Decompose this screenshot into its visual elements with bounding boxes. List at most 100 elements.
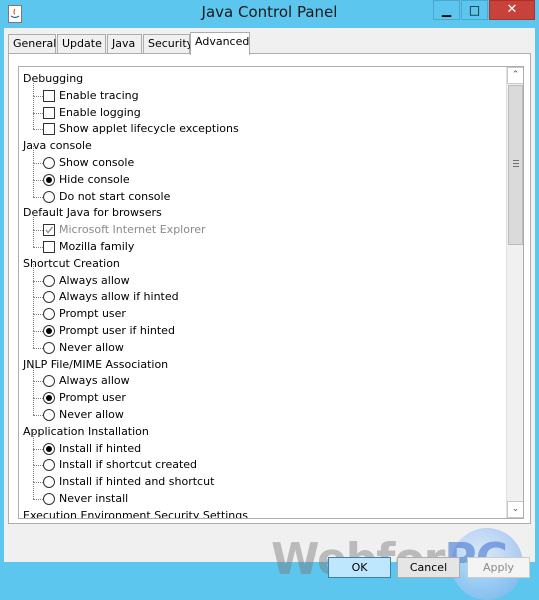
tree-guide-line: [33, 314, 34, 331]
radio-icon[interactable]: [43, 274, 55, 287]
chevron-up-icon: ⌃: [511, 70, 520, 80]
checkbox-icon[interactable]: [43, 106, 55, 119]
tree-guide-line: [33, 78, 34, 96]
option-label: Never allow: [59, 340, 124, 354]
option-label: Install if hinted and shortcut: [59, 475, 215, 489]
option-label: Show console: [59, 156, 135, 169]
option-label: Prompt user: [59, 307, 126, 321]
radio-icon[interactable]: [43, 493, 55, 505]
checkbox-icon[interactable]: [43, 123, 55, 136]
minimize-icon: ▁: [441, 3, 452, 17]
tree-guide-line: [33, 398, 43, 400]
tree-guide-line: [33, 297, 43, 299]
tree-guide-line: [33, 415, 43, 416]
tree-guide-line: [33, 398, 34, 415]
radio-selected-icon[interactable]: [43, 442, 55, 455]
radio-icon[interactable]: [43, 291, 55, 304]
radio-selected-icon[interactable]: [43, 173, 55, 186]
radio-icon[interactable]: [43, 459, 55, 472]
maximize-icon: □: [468, 3, 481, 17]
tree-guide-line: [33, 448, 34, 466]
tree-guide-line: [33, 330, 34, 348]
tree-guide-line: [33, 381, 34, 399]
tree-guide-line: [33, 163, 43, 164]
option-label: Microsoft Internet Explorer: [59, 223, 206, 237]
grip-icon: [513, 160, 519, 167]
radio-icon[interactable]: [43, 157, 55, 169]
option-label: Never install: [59, 492, 129, 505]
client-area: General Update Java Security Advanced De…: [4, 28, 535, 600]
option-label: Install if shortcut created: [59, 458, 198, 472]
tree-guide-line: [33, 230, 43, 232]
tree-guide-line: [33, 482, 43, 484]
radio-icon[interactable]: [43, 341, 55, 354]
tree-guide-line: [33, 431, 34, 449]
tree-guide-line: [33, 196, 43, 198]
tree-guide-line: [33, 263, 34, 281]
section-heading: Shortcut Creation: [23, 256, 120, 270]
radio-icon[interactable]: [43, 308, 55, 321]
radio-selected-icon[interactable]: [43, 392, 55, 405]
checkbox-icon[interactable]: [43, 241, 55, 253]
tree-guide-line: [33, 95, 43, 97]
option-label: Do not start console: [59, 189, 171, 203]
option-label: Never allow: [59, 408, 124, 421]
tree-guide-line: [33, 280, 43, 282]
tree-guide-line: [33, 280, 34, 298]
title-bar[interactable]: Java Control Panel ▁ □ ✕: [0, 0, 539, 28]
vertical-scrollbar[interactable]: ⌃ ⌄: [506, 67, 523, 518]
tree-guide-line: [33, 297, 34, 315]
tree-guide-line: [33, 213, 34, 231]
tree-guide-line: [33, 347, 43, 349]
tree-guide-line: [33, 465, 43, 467]
tab-update[interactable]: Update: [57, 34, 106, 54]
tree-guide-line: [33, 95, 34, 113]
scroll-up-button[interactable]: ⌃: [507, 67, 523, 84]
tree-guide-line: [33, 314, 43, 316]
tree-guide-line: [33, 230, 34, 247]
section-heading: Application Installation: [23, 424, 149, 438]
option-label: Enable tracing: [59, 88, 139, 102]
ok-button[interactable]: OK: [328, 557, 391, 578]
tree-guide-line: [33, 179, 34, 197]
tree-guide-line: [33, 465, 34, 483]
section-heading: Default Java for browsers: [23, 206, 162, 220]
scroll-down-button[interactable]: ⌄: [507, 501, 523, 518]
tree-guide-line: [33, 112, 34, 130]
section-heading: JNLP File/MIME Association: [23, 357, 169, 371]
tree-guide-line: [33, 448, 43, 450]
tab-general[interactable]: General: [8, 34, 56, 54]
apply-button[interactable]: Apply: [467, 557, 530, 578]
radio-icon[interactable]: [43, 476, 55, 489]
cancel-button[interactable]: Cancel: [397, 557, 460, 578]
radio-icon[interactable]: [43, 375, 55, 388]
section-heading: Execution Environment Security Settings: [23, 508, 248, 519]
option-label: Always allow if hinted: [59, 290, 179, 304]
tree-guide-line: [33, 247, 43, 248]
tree-guide-line: [33, 381, 43, 383]
option-label: Hide console: [59, 172, 130, 186]
minimize-button[interactable]: ▁: [433, 0, 460, 20]
radio-selected-icon[interactable]: [43, 325, 55, 337]
advanced-panel: Debugging Enable tracing Enable logging Sho…: [8, 53, 531, 600]
tree-guide-line: [33, 112, 43, 114]
option-label: Install if hinted: [59, 441, 142, 455]
tree-guide-line: [33, 129, 43, 131]
checkbox-icon[interactable]: [43, 89, 55, 102]
tab-security[interactable]: Security: [143, 34, 193, 54]
maximize-button[interactable]: □: [461, 0, 488, 20]
tree-guide-line: [33, 499, 43, 500]
option-label: Prompt user if hinted: [59, 324, 175, 337]
close-icon: ✕: [506, 2, 518, 17]
tab-java[interactable]: Java: [107, 34, 142, 54]
radio-icon[interactable]: [43, 409, 55, 421]
option-label: Always allow: [59, 273, 130, 287]
settings-tree: Debugging Enable tracing Enable logging Sho…: [18, 66, 524, 519]
scroll-thumb[interactable]: [508, 85, 523, 245]
java-control-panel-window: Java Control Panel ▁ □ ✕ General Update …: [0, 0, 539, 600]
tab-advanced[interactable]: Advanced: [190, 32, 250, 55]
close-button[interactable]: ✕: [489, 0, 535, 20]
option-label: Show applet lifecycle exceptions: [59, 122, 239, 136]
radio-icon[interactable]: [43, 190, 55, 203]
tree-guide-line: [33, 162, 34, 180]
